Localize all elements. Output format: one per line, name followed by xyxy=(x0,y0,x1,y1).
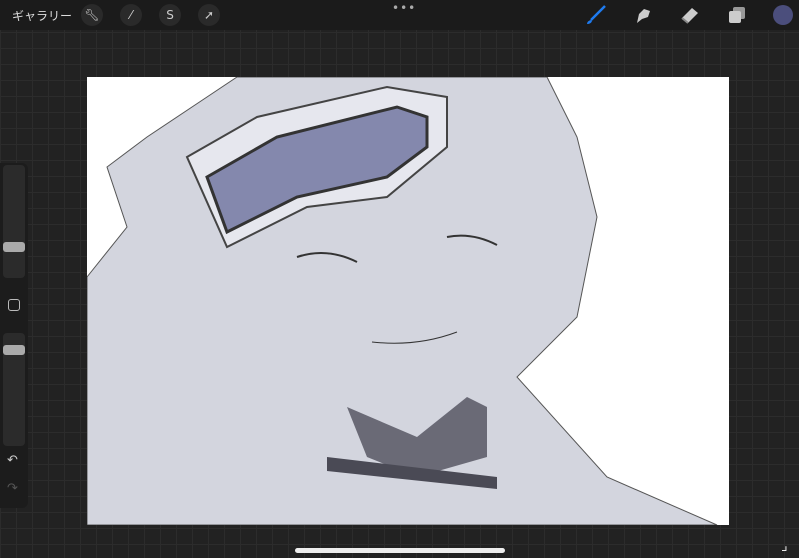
brush-icon[interactable] xyxy=(585,5,607,25)
modify-button[interactable] xyxy=(8,299,20,311)
opacity-slider[interactable] xyxy=(3,333,25,446)
eraser-icon[interactable] xyxy=(679,5,701,25)
smudge-icon[interactable] xyxy=(632,5,654,25)
opacity-thumb[interactable] xyxy=(3,345,25,355)
brush-size-slider[interactable] xyxy=(3,165,25,278)
quickmenu-corner-icon[interactable]: ⌟ xyxy=(781,538,788,554)
more-icon[interactable]: ••• xyxy=(392,1,416,15)
wrench-icon[interactable]: 🔧︎ xyxy=(81,4,103,26)
redo-icon[interactable]: ↷ xyxy=(7,481,18,496)
gallery-button[interactable]: ギャラリー xyxy=(12,7,72,24)
undo-icon[interactable]: ↶ xyxy=(7,453,18,468)
magic-wand-icon[interactable]: ⁄ xyxy=(120,4,142,26)
artwork xyxy=(87,77,718,525)
selection-icon[interactable]: S xyxy=(159,4,181,26)
brush-size-thumb[interactable] xyxy=(3,242,25,252)
color-swatch[interactable] xyxy=(773,5,793,25)
transform-arrow-icon[interactable]: ➚ xyxy=(198,4,220,26)
layers-icon[interactable] xyxy=(726,5,748,25)
sidebar: ↶ ↷ xyxy=(0,163,28,508)
drawing-canvas[interactable] xyxy=(87,77,729,525)
top-toolbar: ギャラリー 🔧︎ ⁄ S ➚ ••• xyxy=(0,0,799,30)
home-indicator xyxy=(295,548,505,553)
